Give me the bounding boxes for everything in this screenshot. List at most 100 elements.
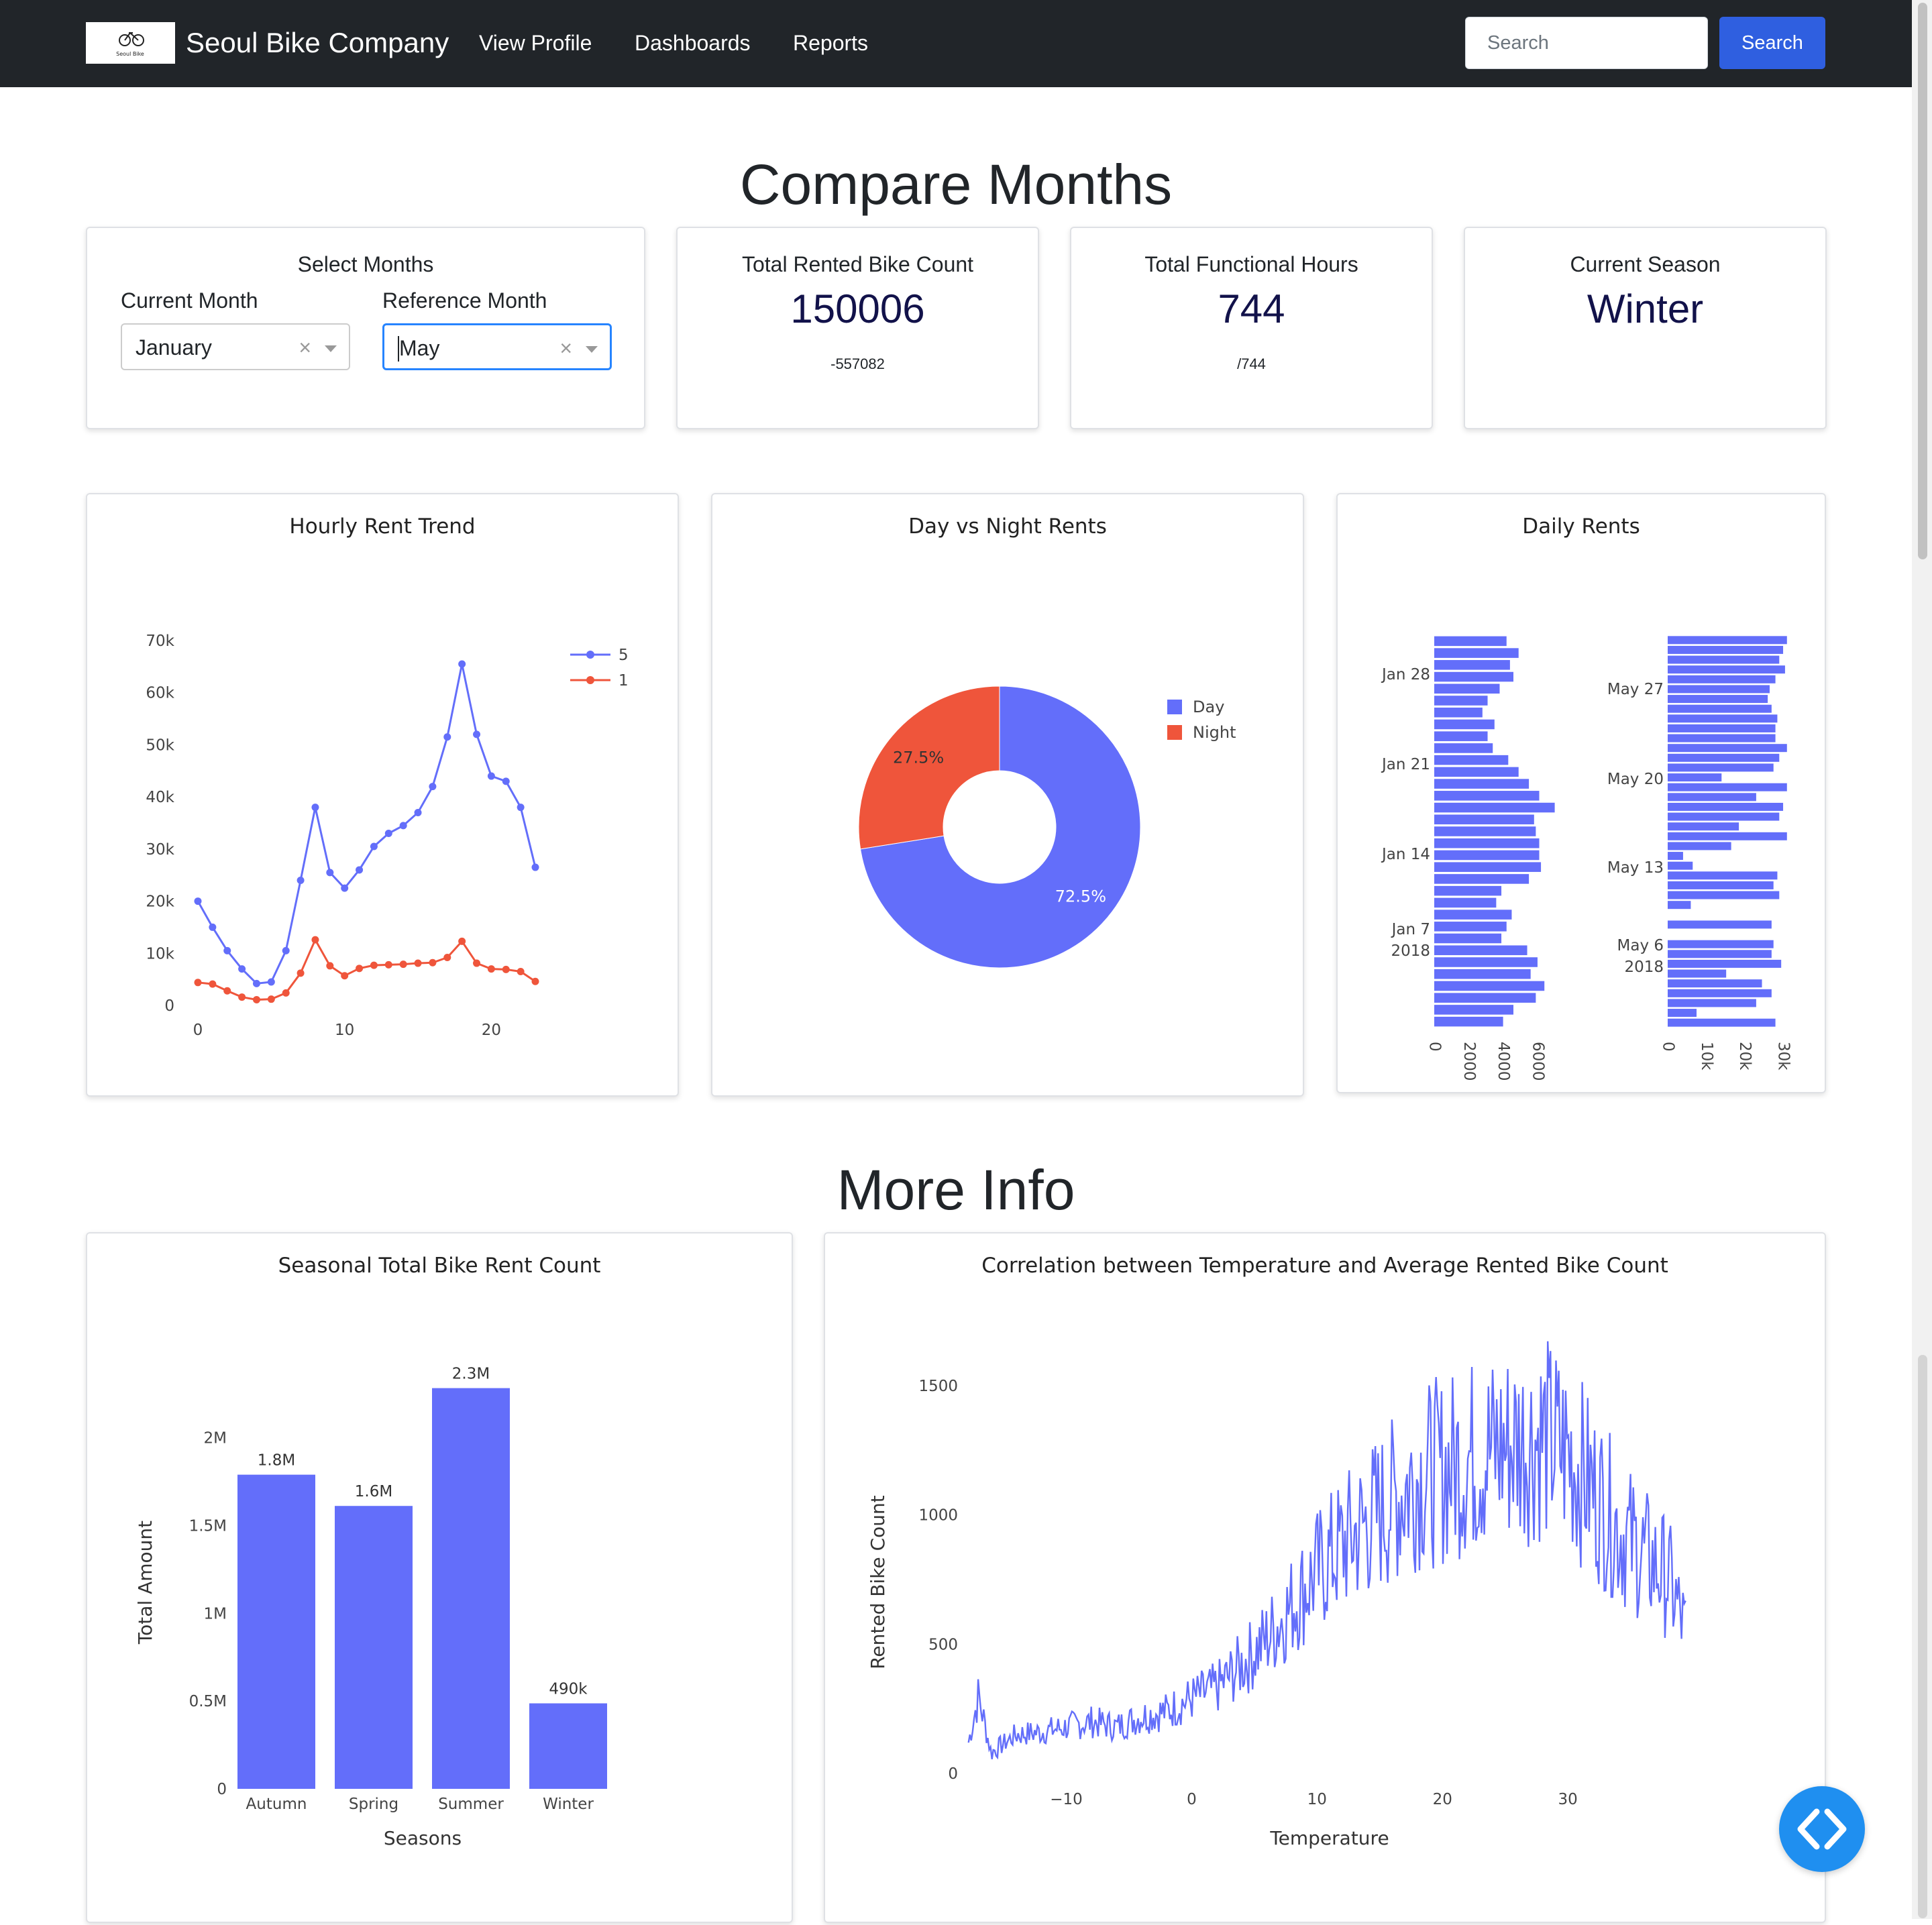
brand-logo[interactable]: Seoul Bike [86,22,175,64]
search-button[interactable]: Search [1719,17,1825,69]
daily-bar [1668,636,1787,645]
daily-bar [1434,1005,1514,1015]
data-point [341,884,349,892]
more-info-title: More Info [837,1158,1075,1221]
scrollbar-thumb[interactable] [1918,1355,1927,1918]
reference-month-select[interactable]: May × [382,323,612,370]
kpi-value: 150006 [790,286,925,331]
daily-bar [1668,744,1787,753]
chevron-down-icon[interactable] [586,346,598,353]
y-tick-label: 60k [146,685,174,702]
y-tick-label: 50k [146,736,174,754]
season-bar-summer [432,1388,510,1789]
reference-month-value: May [399,336,440,360]
x-tick-label: 20 [482,1022,501,1039]
daily-rents-chart[interactable]: Daily Rents Jan 28 Jan 21 Jan 14 Jan 7 2018 0 2… [1338,494,1825,1092]
data-point [487,772,495,780]
y-tick-label: Jan 21 [1381,756,1430,773]
daily-bar [1434,719,1495,730]
data-point [238,965,246,973]
y-tick-label: 30k [146,841,174,859]
daily-bar [1668,861,1693,870]
daily-bar [1434,755,1509,765]
daily-bar [1668,812,1780,821]
daily-bar [1434,814,1534,825]
daily-bar [1434,933,1502,944]
kpi-value: 744 [1218,286,1285,331]
chart-title: Daily Rents [1522,514,1640,539]
chart-title: Correlation between Temperature and Aver… [981,1254,1668,1278]
daily-bar [1668,842,1731,850]
daily-bar [1434,1016,1503,1027]
hourly-rent-trend-chart[interactable]: Hourly Rent Trend 0 10k 20k 30k 40k 50k 60k 70k 0… [87,494,678,1095]
x-tick-label: 10k [1698,1042,1715,1070]
y-tick-label: May 27 [1607,681,1664,698]
x-tick-label: Spring [349,1796,398,1813]
current-month-select[interactable]: January × [121,323,350,370]
chevron-down-icon[interactable] [325,345,337,352]
data-point [326,962,334,970]
data-point [282,946,290,954]
daily-bar [1434,885,1502,896]
nav-reports[interactable]: Reports [793,27,868,59]
data-point [414,959,422,967]
daily-bar [1668,959,1782,968]
x-tick-label: 4000 [1495,1042,1512,1081]
legend-swatch [1167,725,1182,740]
daily-bar [1668,665,1785,674]
x-tick-label: 20k [1736,1042,1754,1070]
x-axis-title: Seasons [384,1827,462,1849]
data-point [356,866,364,874]
bar-value-label: 2.3M [452,1366,490,1383]
data-point [429,958,437,967]
code-toggle-button[interactable] [1779,1786,1865,1872]
correlation-series-line [967,1341,1686,1760]
kpi-title: Total Functional Hours [1144,252,1358,276]
data-point [282,989,290,997]
data-point [473,959,481,967]
daily-bar [1668,822,1739,831]
daily-bar [1434,743,1493,753]
search-input[interactable] [1465,17,1708,69]
data-point [267,978,275,986]
daily-bar [1434,648,1519,658]
daily-bar [1434,838,1540,848]
daily-bar [1668,783,1787,791]
temperature-correlation-chart[interactable]: Correlation between Temperature and Aver… [825,1233,1825,1922]
seasonal-total-chart[interactable]: Seasonal Total Bike Rent Count 0 0.5M 1M 1.5… [87,1233,792,1922]
daily-bar [1434,660,1510,670]
nav-dashboards[interactable]: Dashboards [635,27,751,59]
x-tick-label: 6000 [1529,1042,1546,1081]
y-tick-label: 1000 [918,1507,958,1525]
daily-bar [1668,920,1772,929]
daily-bar [1434,874,1529,884]
data-point [238,993,246,1001]
daily-bar [1668,901,1691,910]
clear-icon[interactable]: × [559,333,572,363]
daily-bar [1434,683,1500,694]
scrollbar-thumb[interactable] [1918,3,1927,559]
daily-bar [1434,696,1488,706]
daily-bar [1434,767,1519,777]
kpi-title: Current Season [1570,252,1721,276]
nav-view-profile[interactable]: View Profile [479,27,592,59]
hourly-trend-card: Hourly Rent Trend 0 10k 20k 30k 40k 50k 60k 70k 0… [86,493,679,1097]
kpi-card-current-season: Current Season Winter [1464,227,1827,429]
x-axis-title: Temperature [1269,1827,1389,1849]
daily-bar [1668,802,1784,811]
brand-name[interactable]: Seoul Bike Company [186,24,449,62]
daily-bar [1668,763,1774,772]
data-point [414,808,422,816]
clear-icon[interactable]: × [299,333,311,362]
slice-label: 72.5% [1055,887,1106,905]
data-point [252,979,260,987]
slice-label: 27.5% [893,749,944,767]
daily-bar [1668,675,1776,683]
daily-bar [1668,793,1756,802]
y-tick-label: 0.5M [189,1693,227,1710]
bar-value-label: 490k [549,1681,588,1698]
kpi-title: Total Rented Bike Count [741,252,974,276]
data-point [209,980,217,988]
day-vs-night-chart[interactable]: Day vs Night Rents 72.5% Day 27.5% Night [712,494,1303,1095]
data-point [223,946,231,954]
